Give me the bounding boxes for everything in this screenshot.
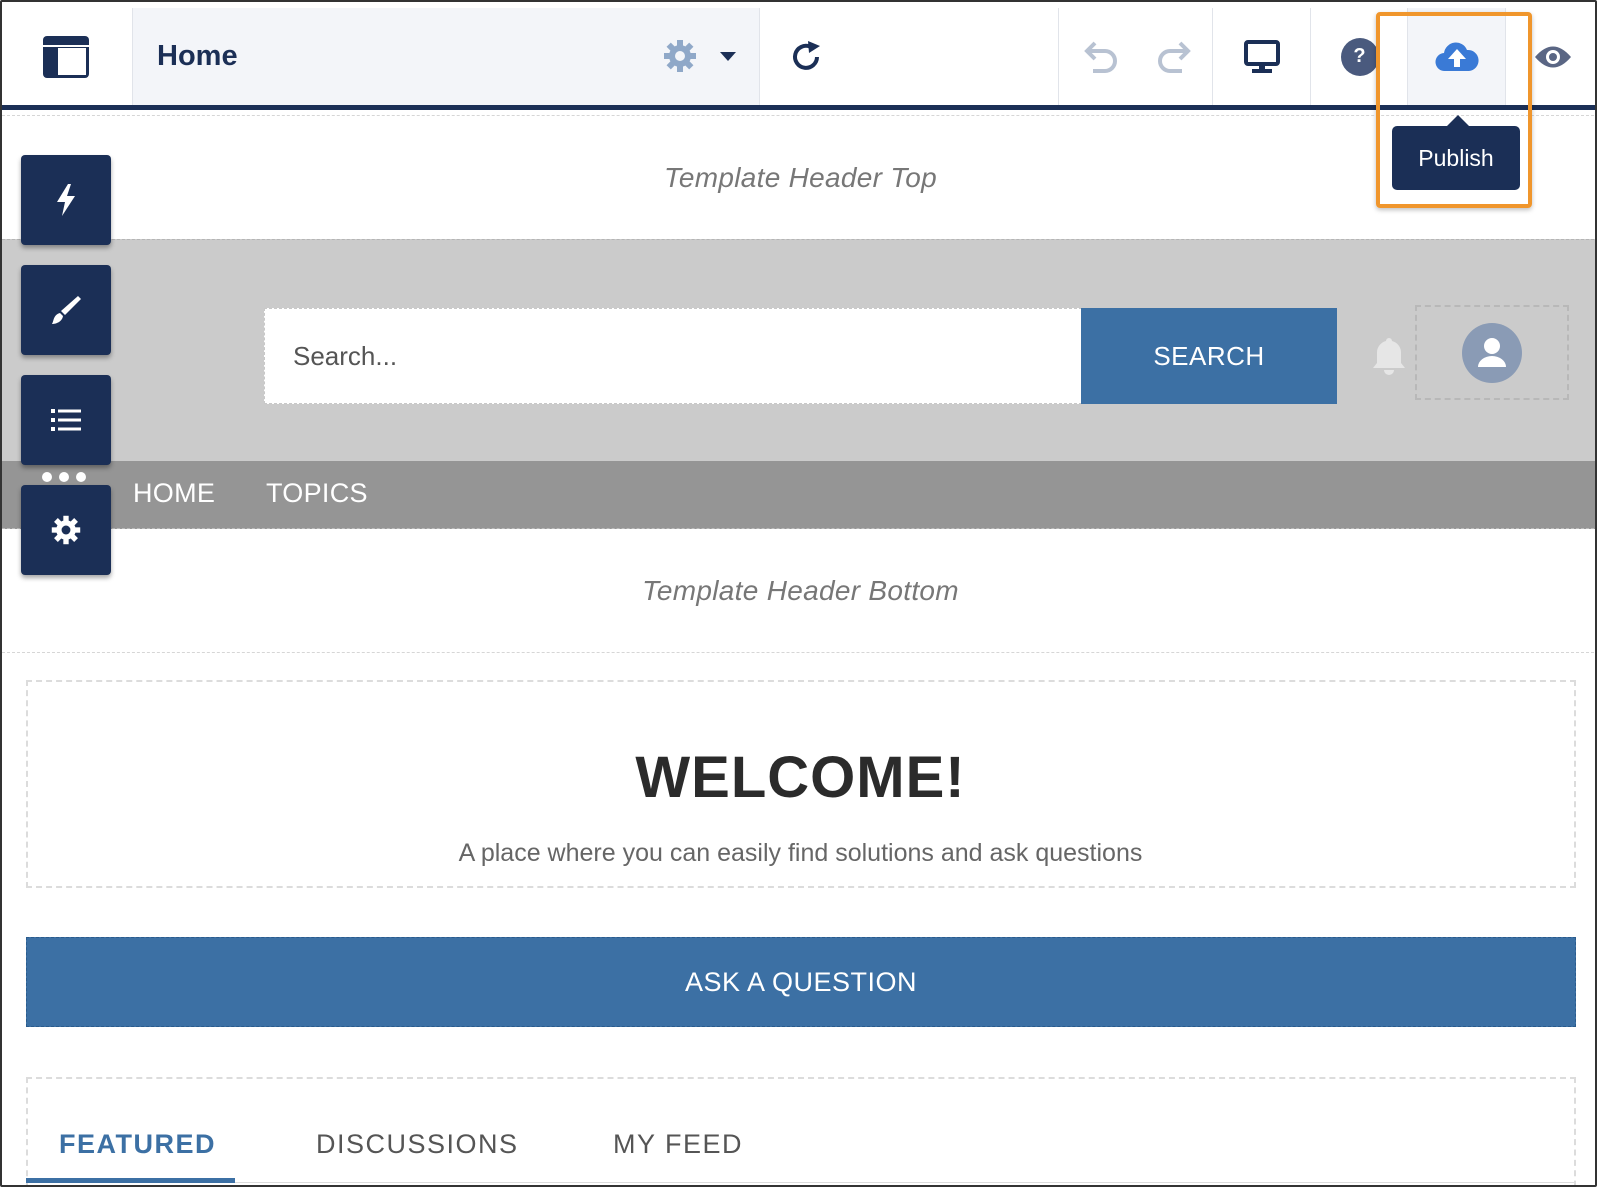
refresh-button[interactable] [772,8,842,105]
list-icon [51,409,81,431]
lightning-icon [57,184,75,216]
help-button[interactable]: ? [1310,8,1408,105]
user-profile-menu[interactable] [1415,305,1569,400]
settings-button[interactable] [21,485,111,575]
cloud-upload-icon [1434,42,1479,71]
redo-button[interactable] [1138,8,1214,105]
redo-icon [1158,41,1191,73]
chevron-down-icon[interactable] [720,52,736,61]
builder-frame: Home ? Template Header Top Search... SEA… [0,0,1597,1187]
tab-discussions[interactable]: DISCUSSIONS [316,1129,519,1160]
bell-icon[interactable] [1370,336,1408,376]
layout-button[interactable] [2,8,130,105]
tab-featured[interactable]: FEATURED [59,1129,216,1160]
active-tab-indicator [26,1178,235,1183]
feed-tabs-region [26,1077,1576,1185]
undo-button[interactable] [1058,8,1138,105]
layout-icon [43,35,89,78]
nav-item-topics[interactable]: TOPICS [266,478,368,509]
page-structure-button[interactable] [21,375,111,465]
search-input[interactable]: Search... [264,308,1082,404]
help-icon: ? [1340,37,1379,76]
search-placeholder: Search... [293,340,398,371]
welcome-subtitle: A place where you can easily find soluti… [458,839,1143,867]
publish-tooltip: Publish [1392,115,1520,190]
publish-button[interactable] [1407,8,1505,105]
gear-icon[interactable] [662,38,698,74]
components-button[interactable] [21,155,111,245]
template-header-bottom[interactable]: Template Header Bottom [2,529,1595,653]
more-icon[interactable] [42,472,86,482]
theme-button[interactable] [21,265,111,355]
ask-question-button[interactable]: ASK A QUESTION [26,937,1576,1027]
gear-icon [51,515,81,545]
template-header-top[interactable]: Template Header Top [2,115,1595,239]
welcome-title: WELCOME! [635,745,966,810]
user-avatar-icon [1462,322,1522,383]
tabs-divider [26,1182,1576,1183]
navigation-menu [2,461,1595,529]
brush-icon [52,296,81,324]
search-button[interactable]: SEARCH [1081,308,1337,404]
page-title: Home [157,40,238,72]
nav-item-home[interactable]: HOME [133,478,215,509]
builder-toolbar: Home ? [2,2,1595,110]
desktop-icon [1243,39,1280,73]
preview-button[interactable] [1505,8,1595,105]
tab-my-feed[interactable]: MY FEED [613,1129,743,1160]
device-button[interactable] [1212,8,1310,105]
eye-icon [1534,46,1571,67]
undo-icon [1083,41,1117,73]
refresh-icon [793,40,820,70]
